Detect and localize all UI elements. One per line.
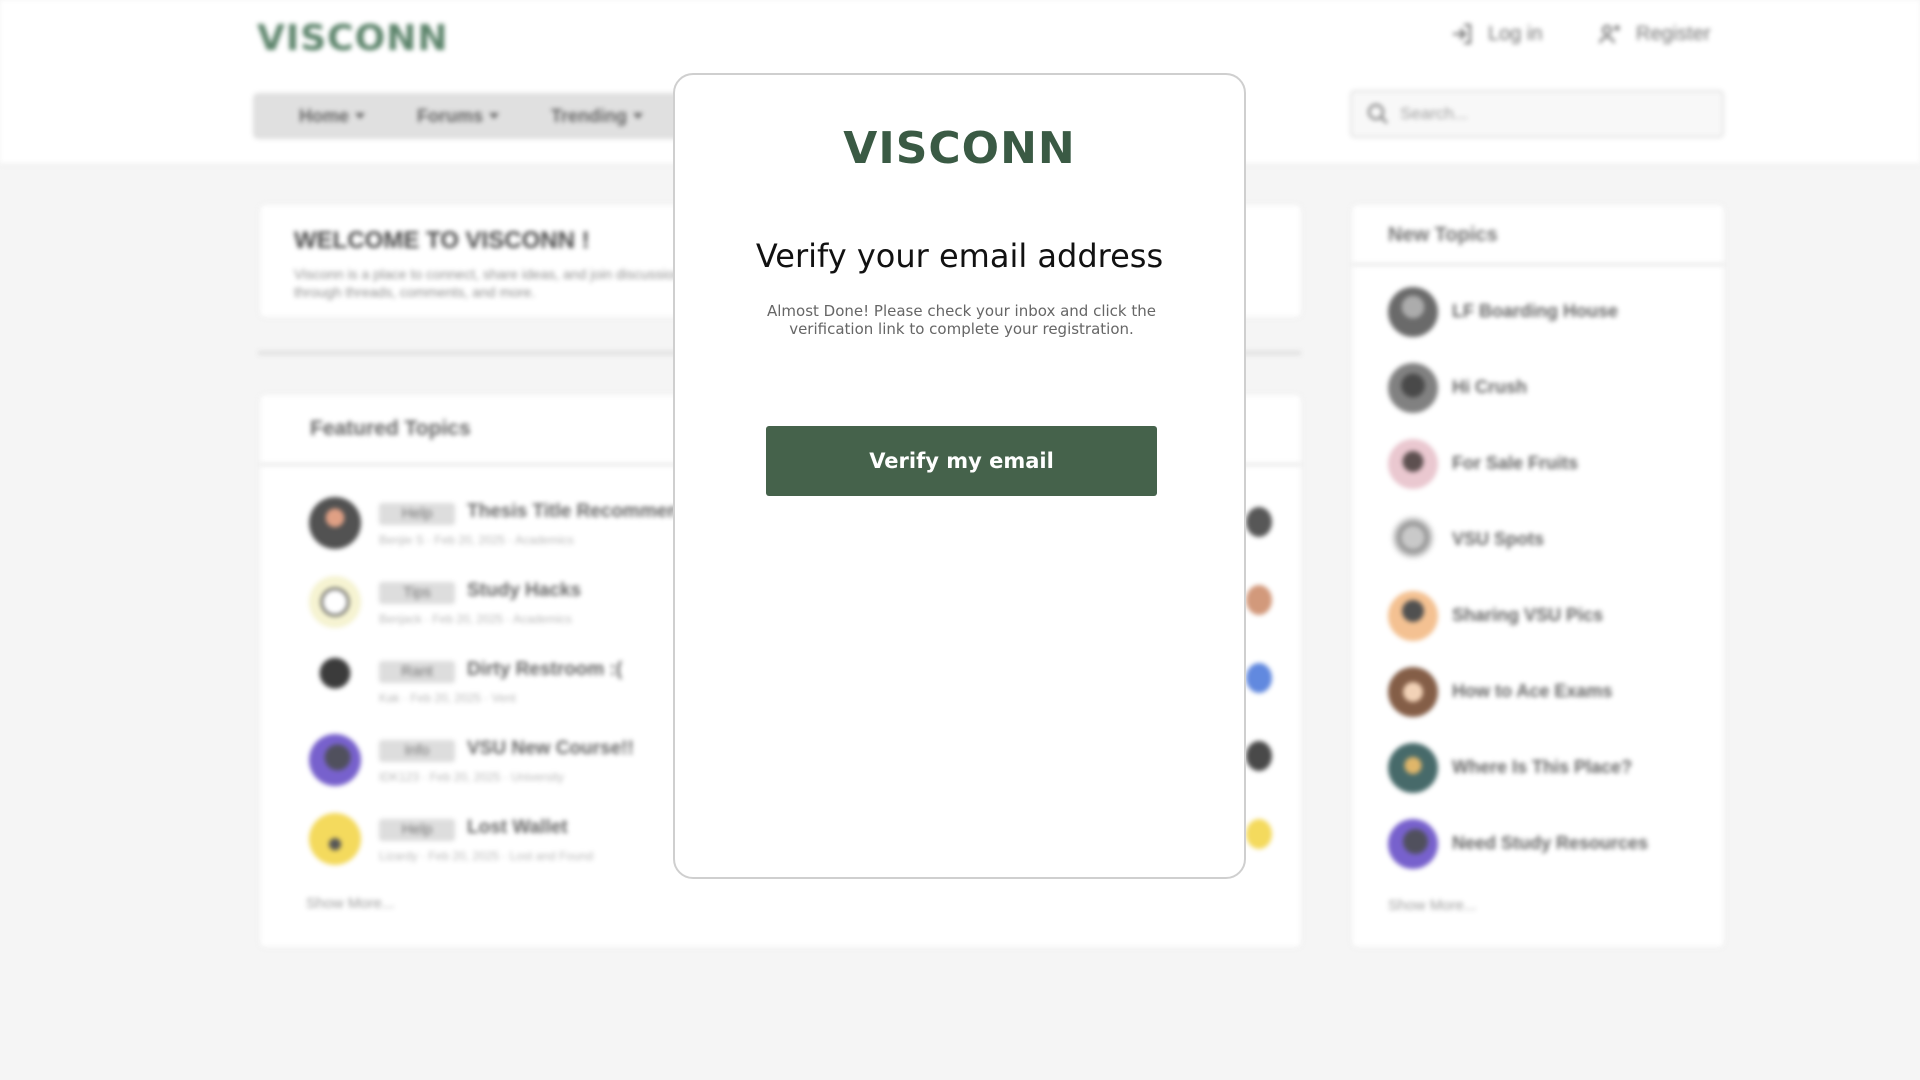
modal-description: Almost Done! Please check your inbox and… — [767, 302, 1156, 338]
modal-logo: VISCONN — [843, 123, 1076, 174]
verify-email-button[interactable]: Verify my email — [766, 426, 1157, 496]
verify-email-modal: VISCONN Verify your email address Almost… — [673, 73, 1246, 879]
modal-heading: Verify your email address — [755, 237, 1164, 275]
